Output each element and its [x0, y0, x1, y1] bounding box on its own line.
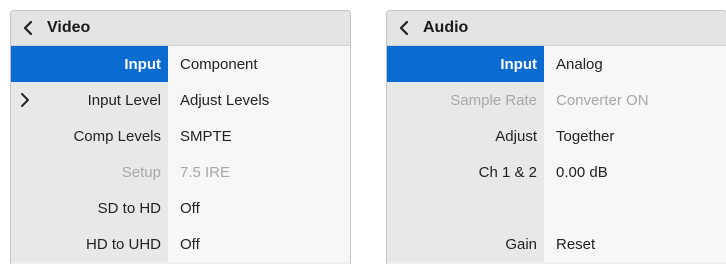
- row-label: Adjust: [387, 118, 544, 154]
- audio-row-gain[interactable]: Gain Reset: [387, 226, 726, 262]
- row-value: Off: [168, 190, 350, 226]
- row-value: Reset: [544, 226, 726, 262]
- audio-settings-panel: Audio Input Analog Sample Rate Converter…: [386, 10, 726, 264]
- row-label: Ch 1 & 2: [387, 154, 544, 190]
- row-label: Input: [387, 46, 544, 82]
- audio-back-button[interactable]: Audio: [387, 11, 726, 46]
- row-label: SD to HD: [11, 190, 168, 226]
- audio-row-sample-rate: Sample Rate Converter ON: [387, 82, 726, 118]
- chevron-right-icon: [21, 93, 31, 107]
- video-row-input-level[interactable]: Input Level Adjust Levels: [11, 82, 350, 118]
- video-row-sd-to-hd[interactable]: SD to HD Off: [11, 190, 350, 226]
- chevron-left-icon: [399, 21, 411, 35]
- video-row-setup: Setup 7.5 IRE: [11, 154, 350, 190]
- row-value: 7.5 IRE: [168, 154, 350, 190]
- video-row-input[interactable]: Input Component: [11, 46, 350, 82]
- video-back-button[interactable]: Video: [11, 11, 350, 46]
- row-label: Sample Rate: [387, 82, 544, 118]
- video-row-hd-to-uhd[interactable]: HD to UHD Off: [11, 226, 350, 262]
- row-value: Converter ON: [544, 82, 726, 118]
- row-value: SMPTE: [168, 118, 350, 154]
- row-value: Off: [168, 226, 350, 262]
- row-value: Analog: [544, 46, 726, 82]
- video-row-comp-levels[interactable]: Comp Levels SMPTE: [11, 118, 350, 154]
- audio-row-adjust[interactable]: Adjust Together: [387, 118, 726, 154]
- audio-panel-title: Audio: [423, 19, 469, 36]
- row-label: HD to UHD: [11, 226, 168, 262]
- row-value: Component: [168, 46, 350, 82]
- row-value: Adjust Levels: [168, 82, 350, 118]
- chevron-left-icon: [23, 21, 35, 35]
- row-label: Input: [11, 46, 168, 82]
- row-label: Input Level: [11, 82, 168, 118]
- row-value: 0.00 dB: [544, 154, 726, 190]
- row-label: Setup: [11, 154, 168, 190]
- row-label: Gain: [387, 226, 544, 262]
- row-value: Together: [544, 118, 726, 154]
- row-label: Comp Levels: [11, 118, 168, 154]
- video-settings-panel: Video Input Component Input Level Adjust…: [10, 10, 351, 264]
- audio-row-ch-1-2[interactable]: Ch 1 & 2 0.00 dB: [387, 154, 726, 190]
- row-value-empty: [544, 190, 726, 226]
- video-panel-title: Video: [47, 19, 91, 36]
- row-label-empty: [387, 190, 544, 226]
- audio-row-input[interactable]: Input Analog: [387, 46, 726, 82]
- empty-row: [387, 190, 726, 226]
